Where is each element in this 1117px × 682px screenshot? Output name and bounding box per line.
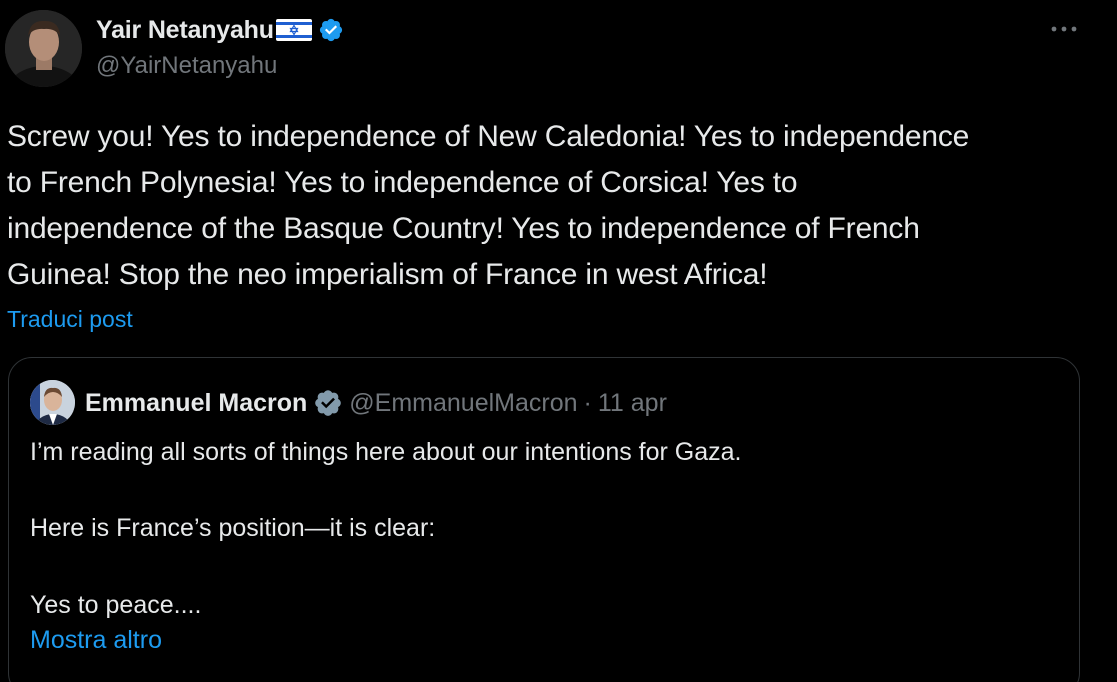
quoted-text-line: I’m reading all sorts of things here abo… (30, 438, 742, 466)
tweet-text-line: independence of the Basque Country! Yes … (7, 212, 920, 245)
quoted-author-name[interactable]: Emmanuel Macron (85, 389, 307, 418)
separator-dot: · (583, 388, 592, 417)
tweet-text: Screw you! Yes to independence of New Ca… (7, 114, 1107, 298)
quoted-author-avatar[interactable] (30, 380, 75, 425)
quoted-tweet[interactable]: Emmanuel Macron @EmmanuelMacron · 11 apr… (8, 357, 1080, 682)
author-name-row: Yair Netanyahu (96, 12, 344, 48)
gray-verified-badge-icon[interactable] (313, 388, 343, 418)
more-options-icon[interactable] (1049, 14, 1079, 44)
author-avatar-image (5, 10, 82, 87)
author-avatar[interactable] (5, 10, 82, 87)
show-more-link[interactable]: Mostra altro (30, 626, 162, 655)
verified-badge-icon[interactable] (318, 17, 344, 43)
quoted-date[interactable]: 11 apr (598, 389, 667, 418)
tweet-text-line: Screw you! Yes to independence of New Ca… (7, 120, 970, 153)
tweet-text-line: to French Polynesia! Yes to independence… (7, 166, 798, 199)
translate-post-link[interactable]: Traduci post (7, 306, 133, 333)
quoted-author-avatar-image (30, 380, 75, 425)
quoted-author-handle[interactable]: @EmmanuelMacron (349, 389, 577, 418)
quoted-text-line: Yes to peace.... (30, 591, 202, 619)
author-name[interactable]: Yair Netanyahu (96, 16, 274, 45)
tweet-card: Yair Netanyahu @YairNetanyahu Screw you!… (0, 0, 1117, 682)
quoted-text-line: Here is France’s position—it is clear: (30, 514, 436, 542)
israel-flag-icon (275, 19, 312, 41)
quoted-header: Emmanuel Macron @EmmanuelMacron · 11 apr (85, 386, 667, 420)
tweet-text-line: Guinea! Stop the neo imperialism of Fran… (7, 258, 768, 291)
author-handle[interactable]: @YairNetanyahu (96, 52, 277, 80)
